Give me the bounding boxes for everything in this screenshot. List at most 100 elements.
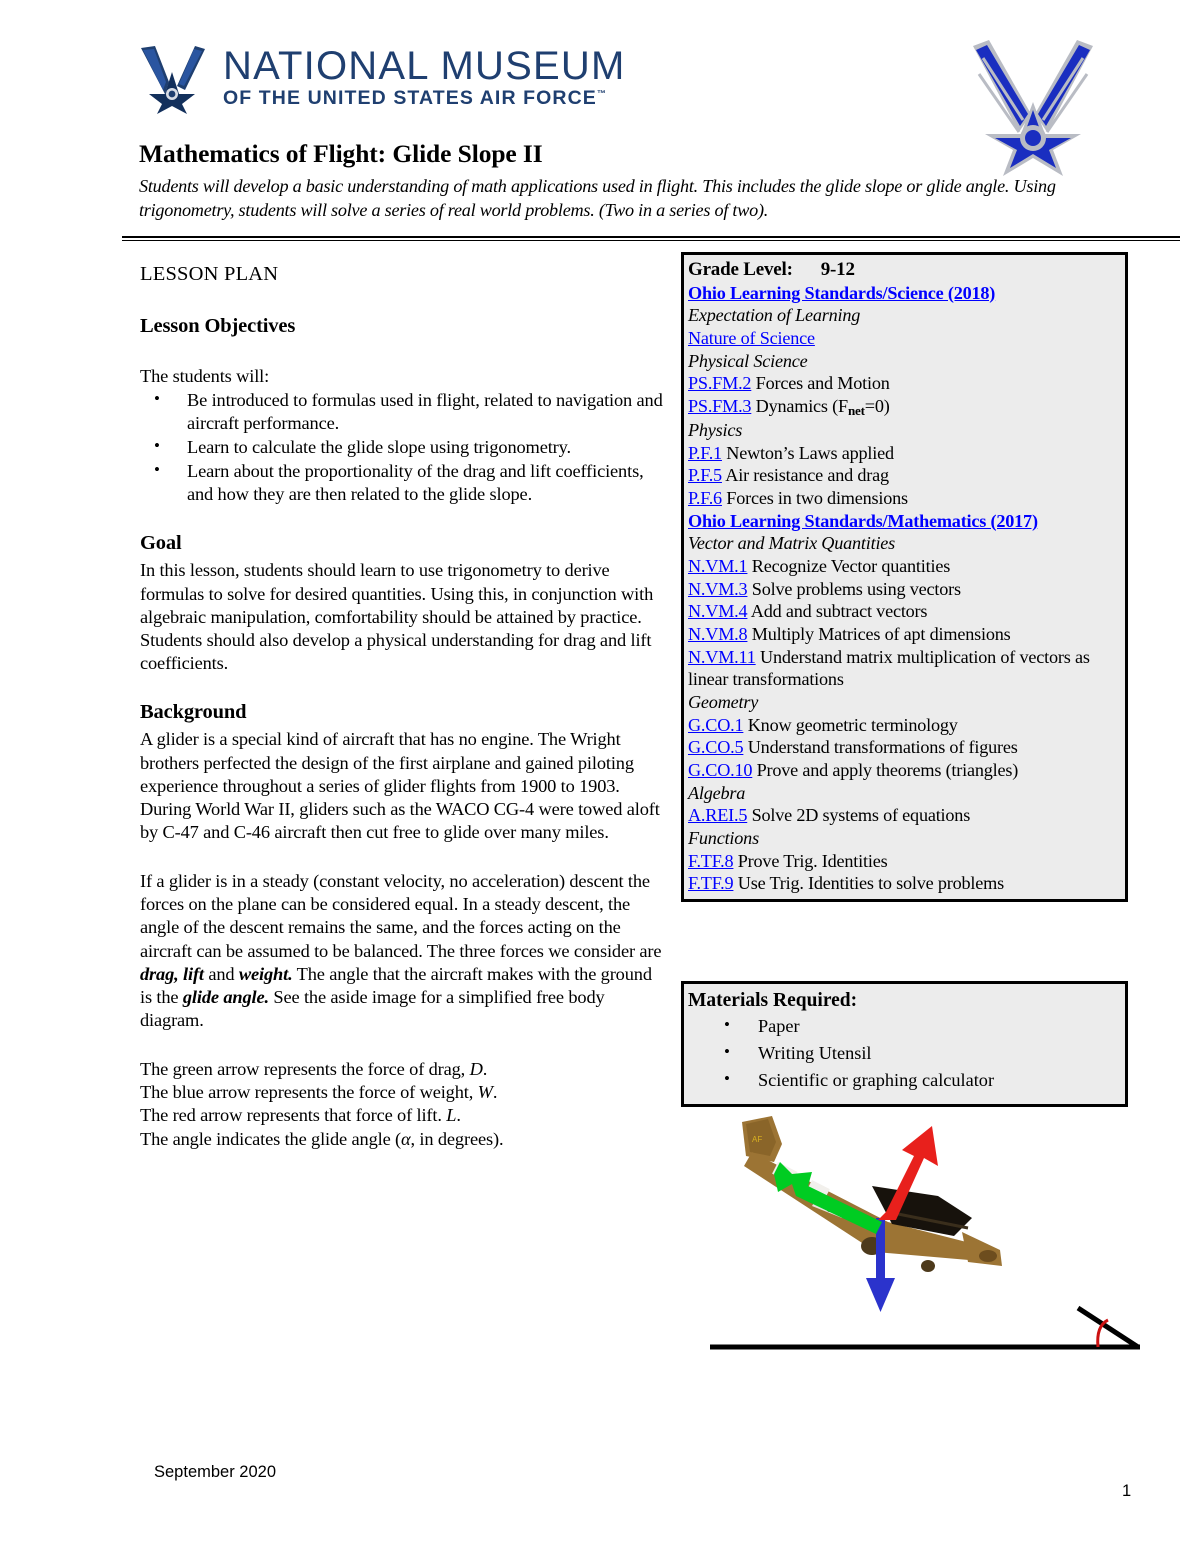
header-divider	[122, 236, 1180, 241]
arrow-legend-line: The angle indicates the glide angle (α, …	[140, 1128, 665, 1151]
term-drag-lift: drag, lift	[140, 963, 204, 984]
link-n-vm-4[interactable]: N.VM.4	[688, 601, 748, 621]
standard-desc: Use Trig. Identities to solve problems	[733, 873, 1004, 894]
standard-row: G.CO.10 Prove and apply theorems (triang…	[688, 759, 1121, 782]
background-paragraph-1: A glider is a special kind of aircraft t…	[140, 729, 660, 843]
footer-page-number: 1	[1122, 1482, 1132, 1500]
glider-aircraft: AF	[742, 1116, 1002, 1272]
algebra-label: Algebra	[688, 782, 746, 803]
link-n-vm-8[interactable]: N.VM.8	[688, 624, 748, 644]
objectives-lead: The students will:	[140, 365, 270, 386]
legend-symbol-alpha: α	[401, 1128, 411, 1149]
standard-row: G.CO.1 Know geometric terminology	[688, 714, 1121, 737]
math-standards-link-row: Ohio Learning Standards/Mathematics (201…	[688, 510, 1121, 533]
link-ohio-math-standards[interactable]: Ohio Learning Standards/Mathematics (201…	[688, 511, 1038, 531]
bg-p2-seg2: and	[203, 963, 239, 984]
standard-desc-tail: =0)	[864, 395, 890, 416]
standard-row: P.F.6 Forces in two dimensions	[688, 487, 1121, 510]
standard-desc: Add and subtract vectors	[747, 601, 928, 622]
science-standards-link-row: Ohio Learning Standards/Science (2018)	[688, 282, 1121, 305]
list-item: Learn to calculate the glide slope using…	[140, 435, 665, 459]
page-header: NATIONAL MUSEUM OF THE UNITED STATES AIR…	[135, 28, 1135, 176]
standard-row: F.TF.8 Prove Trig. Identities	[688, 850, 1121, 873]
link-ps-fm-3[interactable]: PS.FM.3	[688, 396, 752, 416]
lesson-content-column: LESSON PLAN Lesson Objectives The studen…	[140, 262, 665, 1151]
link-n-vm-11[interactable]: N.VM.11	[688, 647, 756, 667]
term-weight: weight.	[238, 963, 293, 984]
link-ohio-science-standards[interactable]: Ohio Learning Standards/Science (2018)	[688, 283, 995, 303]
link-f-tf-8[interactable]: F.TF.8	[688, 851, 734, 871]
legend-period: .	[482, 1058, 488, 1079]
standard-desc: Recognize Vector quantities	[747, 556, 951, 577]
standard-desc: Understand transformations of figures	[743, 737, 1018, 758]
standard-row: F.TF.9 Use Trig. Identities to solve pro…	[688, 872, 1121, 895]
svg-text:AF: AF	[752, 1135, 762, 1144]
list-item: Scientific or graphing calculator	[688, 1068, 1121, 1093]
legend-period: , in degrees).	[410, 1128, 504, 1149]
lesson-objectives-heading: Lesson Objectives	[140, 314, 296, 337]
list-item: Writing Utensil	[688, 1041, 1121, 1066]
arrow-legend-line: The blue arrow represents the force of w…	[140, 1081, 665, 1104]
legend-text: The green arrow represents the force of …	[140, 1058, 470, 1079]
goal-heading: Goal	[140, 531, 182, 554]
standard-desc: Solve problems using vectors	[747, 578, 961, 599]
arrow-legend-line: The red arrow represents that force of l…	[140, 1104, 665, 1127]
link-p-f-1[interactable]: P.F.1	[688, 443, 722, 463]
standard-desc: Multiply Matrices of apt dimensions	[747, 624, 1011, 645]
expectation-of-learning-label: Expectation of Learning	[688, 305, 861, 326]
term-glide-angle: glide angle.	[182, 987, 269, 1008]
air-force-wings-icon	[141, 46, 205, 114]
bg-p2-seg1: If a glider is in a steady (constant vel…	[140, 870, 662, 961]
background-heading: Background	[140, 700, 247, 723]
objectives-list: Be introduced to formulas used in flight…	[140, 388, 665, 507]
nature-of-science-row: Nature of Science	[688, 327, 1121, 350]
subscript-net: net	[847, 402, 865, 418]
trademark-symbol: ™	[596, 88, 607, 99]
legend-symbol-W: W	[477, 1081, 493, 1102]
standard-row: G.CO.5 Understand transformations of fig…	[688, 736, 1121, 759]
link-n-vm-1[interactable]: N.VM.1	[688, 556, 748, 576]
standard-row: N.VM.3 Solve problems using vectors	[688, 578, 1121, 601]
page-title: Mathematics of Flight: Glide Slope II	[139, 139, 543, 168]
functions-label: Functions	[688, 827, 759, 848]
standard-row: P.F.1 Newton’s Laws applied	[688, 442, 1121, 465]
standard-desc: Forces in two dimensions	[721, 488, 908, 509]
standard-row: N.VM.1 Recognize Vector quantities	[688, 555, 1121, 578]
standard-row: P.F.5 Air resistance and drag	[688, 464, 1121, 487]
standard-row: A.REI.5 Solve 2D systems of equations	[688, 804, 1121, 827]
link-a-rei-5[interactable]: A.REI.5	[688, 805, 747, 825]
link-nature-of-science[interactable]: Nature of Science	[688, 328, 815, 348]
standard-row: N.VM.4 Add and subtract vectors	[688, 600, 1121, 623]
link-g-co-10[interactable]: G.CO.10	[688, 760, 752, 780]
footer-date: September 2020	[154, 1463, 277, 1481]
legend-text: The red arrow represents that force of l…	[140, 1105, 447, 1126]
materials-list: Paper Writing Utensil Scientific or grap…	[688, 1014, 1121, 1093]
standard-desc: Prove and apply theorems (triangles)	[752, 759, 1019, 780]
standard-desc: Know geometric terminology	[743, 714, 958, 735]
link-p-f-5[interactable]: P.F.5	[688, 465, 722, 485]
link-f-tf-9[interactable]: F.TF.9	[688, 873, 734, 893]
legend-text: The angle indicates the glide angle (	[140, 1128, 402, 1149]
link-ps-fm-2[interactable]: PS.FM.2	[688, 373, 752, 393]
title-block: Mathematics of Flight: Glide Slope II St…	[139, 139, 1149, 222]
legend-text: The blue arrow represents the force of w…	[140, 1081, 478, 1102]
physics-label: Physics	[688, 420, 743, 441]
materials-required-box: Materials Required: Paper Writing Utensi…	[681, 981, 1128, 1107]
nmusaf-logo: NATIONAL MUSEUM OF THE UNITED STATES AIR…	[135, 42, 625, 114]
goal-text: In this lesson, students should learn to…	[140, 560, 654, 674]
link-g-co-1[interactable]: G.CO.1	[688, 715, 744, 735]
link-p-f-6[interactable]: P.F.6	[688, 488, 722, 508]
list-item: Learn about the proportionality of the d…	[140, 459, 665, 507]
physical-science-label: Physical Science	[688, 350, 808, 371]
link-g-co-5[interactable]: G.CO.5	[688, 737, 744, 757]
standard-row: N.VM.11 Understand matrix multiplication…	[688, 646, 1121, 691]
arrow-legend: The green arrow represents the force of …	[140, 1058, 665, 1151]
standard-row: N.VM.8 Multiply Matrices of apt dimensio…	[688, 623, 1121, 646]
logo-line-2: OF THE UNITED STATES AIR FORCE™	[223, 87, 607, 110]
standard-row: PS.FM.3 Dynamics (Fnet=0)	[688, 395, 1121, 419]
materials-heading: Materials Required:	[688, 990, 858, 1011]
standard-desc: Forces and Motion	[751, 373, 890, 394]
legend-symbol-L: L	[446, 1105, 457, 1126]
drag-arrow-green	[774, 1162, 882, 1234]
link-n-vm-3[interactable]: N.VM.3	[688, 579, 748, 599]
